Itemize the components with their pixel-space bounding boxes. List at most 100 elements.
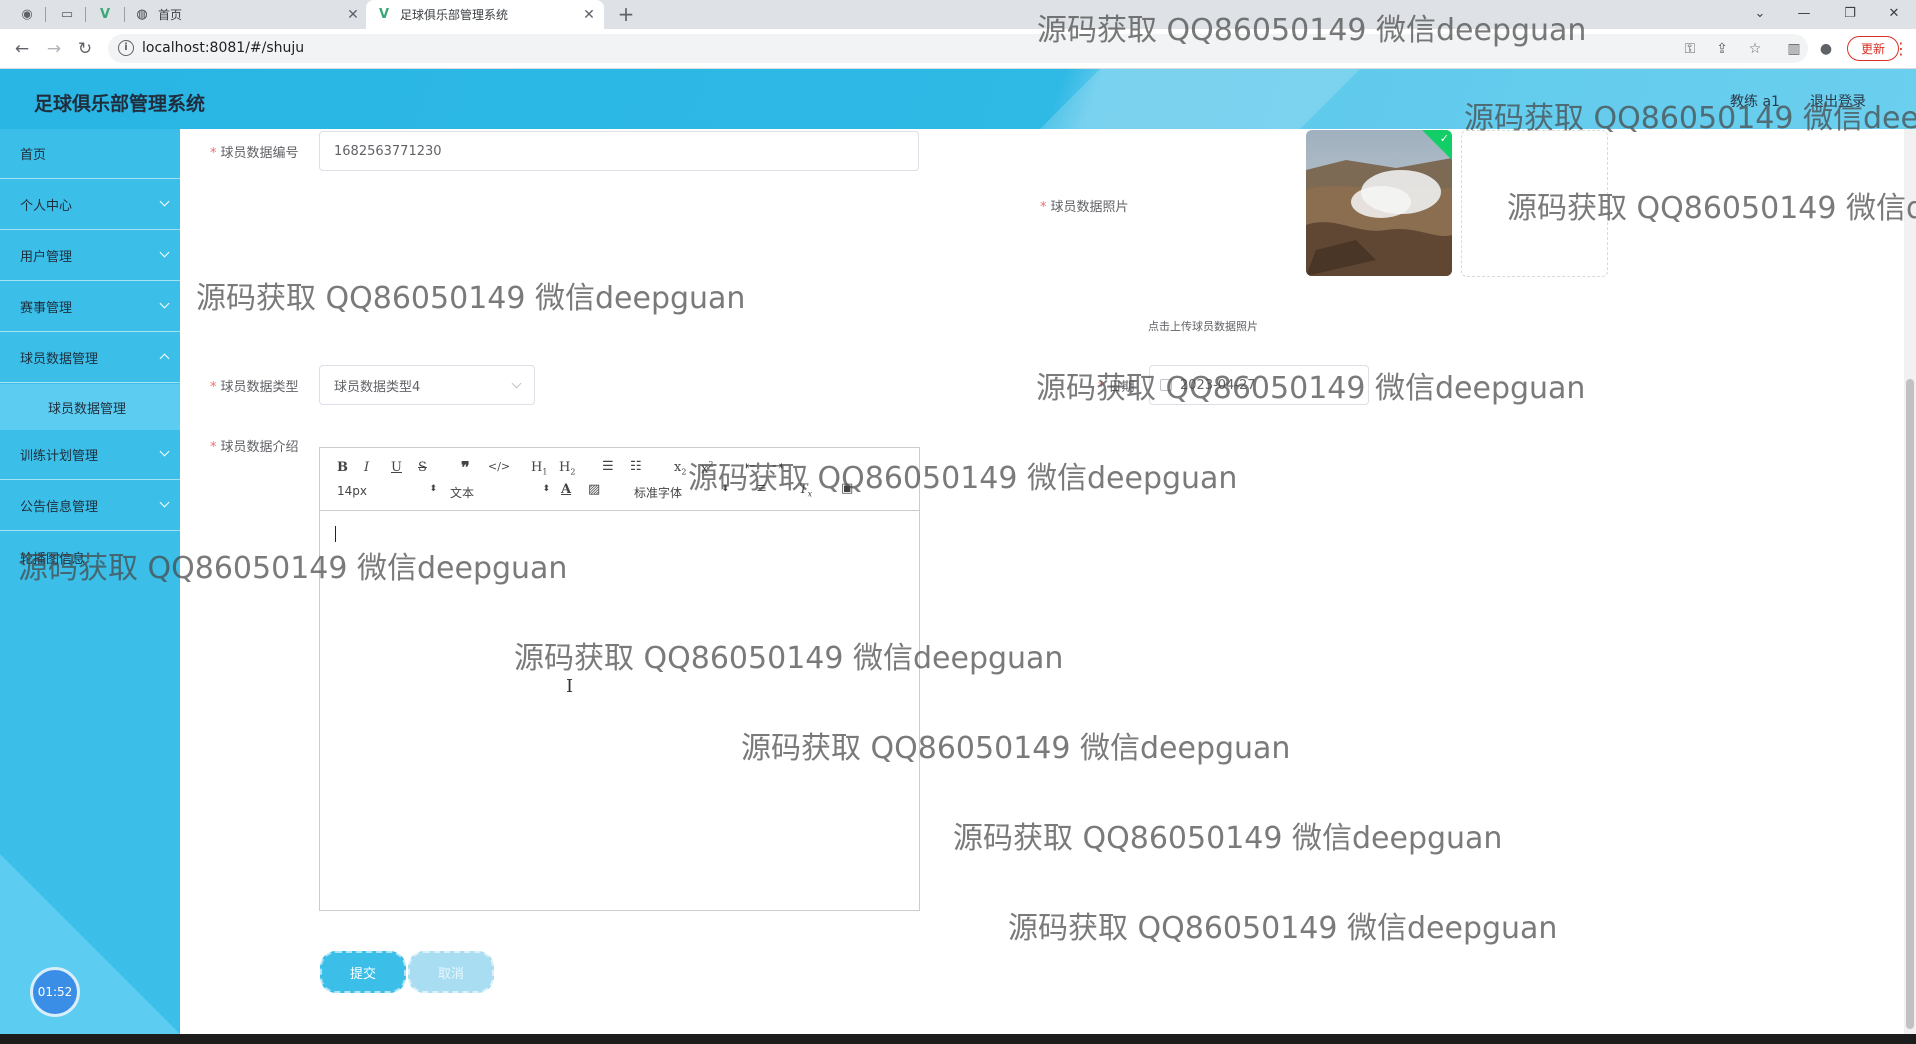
sidebar-item-label: 公告信息管理 bbox=[20, 500, 99, 515]
bookmark-star-icon[interactable]: ☆ bbox=[1745, 39, 1765, 59]
sidebar-item-label: 首页 bbox=[20, 148, 47, 163]
reload-icon[interactable]: ↻ bbox=[73, 37, 97, 61]
close-window-button[interactable]: ✕ bbox=[1872, 0, 1916, 26]
italic-icon[interactable]: I bbox=[364, 460, 369, 475]
forward-icon[interactable]: → bbox=[42, 37, 66, 61]
page-scrollbar[interactable] bbox=[1904, 129, 1916, 1034]
submenu-item-player-data[interactable]: 球员数据管理 bbox=[0, 384, 180, 430]
mouse-ibeam-cursor: I bbox=[566, 676, 574, 697]
sidebar-item-profile[interactable]: 个人中心 bbox=[0, 180, 180, 230]
upload-trigger[interactable] bbox=[1461, 130, 1608, 277]
globe-icon: ◍ bbox=[136, 7, 148, 22]
close-icon[interactable]: ✕ bbox=[580, 6, 598, 24]
sidebar: 首页 个人中心 用户管理 赛事管理 球员数据管理 球员数据管理 训练计划管理 公… bbox=[0, 129, 180, 1034]
blockquote-icon[interactable]: ❞ bbox=[461, 458, 470, 477]
share-icon[interactable]: ⇪ bbox=[1712, 39, 1732, 59]
side-panel-icon[interactable]: ▥ bbox=[1784, 39, 1804, 59]
minimize-button[interactable]: — bbox=[1782, 0, 1826, 26]
clear-format-icon[interactable]: Tx bbox=[799, 482, 812, 499]
font-family-select[interactable]: 标准字体 ⬍ bbox=[634, 484, 729, 501]
close-icon[interactable]: ✕ bbox=[344, 6, 362, 24]
vue-icon: V bbox=[378, 7, 390, 22]
image-icon[interactable]: ▣ bbox=[841, 481, 853, 496]
underline-icon[interactable]: U bbox=[391, 460, 402, 475]
recording-timer[interactable]: 01:52 bbox=[30, 967, 80, 1017]
sidebar-item-label: 轮播图信息 bbox=[20, 551, 86, 567]
background-color-icon[interactable]: ▨ bbox=[588, 482, 600, 497]
tab-club-system[interactable]: V 足球俱乐部管理系统 ✕ bbox=[366, 0, 604, 29]
site-info-icon[interactable]: i bbox=[118, 40, 134, 56]
heading1-icon[interactable]: H1 bbox=[531, 460, 547, 477]
chevron-down-icon bbox=[159, 497, 170, 508]
subscript-icon[interactable]: x2 bbox=[674, 460, 686, 477]
back-icon[interactable]: ← bbox=[10, 37, 34, 61]
type-select[interactable]: 球员数据类型4 bbox=[319, 365, 535, 405]
cancel-button[interactable]: 取消 bbox=[408, 951, 494, 993]
code-block-icon[interactable]: </> bbox=[488, 460, 510, 473]
sidebar-item-player-data[interactable]: 球员数据管理 bbox=[0, 333, 180, 383]
github-icon[interactable]: ◉ bbox=[18, 5, 36, 23]
chevron-down-icon bbox=[511, 378, 522, 389]
chevron-down-icon bbox=[159, 298, 170, 309]
date-label: * 日期 bbox=[1098, 380, 1135, 395]
sidebar-item-label: 训练计划管理 bbox=[20, 449, 99, 464]
editor-content-area[interactable] bbox=[320, 511, 919, 910]
current-user: 教练 a1 bbox=[1730, 94, 1780, 110]
date-value: 2023-04-27 bbox=[1180, 377, 1256, 393]
player-photo[interactable]: ✓ bbox=[1306, 130, 1452, 276]
outdent-icon[interactable]: ⇤ bbox=[745, 459, 756, 474]
font-size-select[interactable]: 14px ⬍ bbox=[337, 484, 437, 498]
sidebar-item-users[interactable]: 用户管理 bbox=[0, 231, 180, 281]
indent-icon[interactable]: ⇥ bbox=[772, 459, 783, 474]
block-type-select[interactable]: 文本 ⬍ bbox=[450, 484, 550, 501]
logout-link[interactable]: 退出登录 bbox=[1810, 91, 1866, 111]
sidebar-decoration bbox=[0, 844, 180, 1034]
ordered-list-icon[interactable]: ☰ bbox=[602, 459, 614, 474]
heading2-icon[interactable]: H2 bbox=[559, 460, 575, 477]
number-field[interactable]: 1682563771230 bbox=[319, 131, 919, 171]
photo-label: * 球员数据照片 bbox=[1040, 200, 1129, 215]
updown-arrow-icon: ⬍ bbox=[429, 484, 437, 494]
date-picker[interactable]: 2023-04-27 bbox=[1149, 365, 1369, 405]
url-text: localhost:8081/#/shuju bbox=[142, 40, 305, 56]
tab-home[interactable]: ◍ 首页 ✕ bbox=[134, 0, 362, 29]
number-label: * 球员数据编号 bbox=[210, 146, 299, 161]
submit-button[interactable]: 提交 bbox=[320, 951, 406, 993]
new-tab-button[interactable]: + bbox=[614, 2, 638, 26]
browser-tabbar: ◉ ▭ V ◍ 首页 ✕ V 足球俱乐部管理系统 ✕ + ⌄ — ❐ ✕ bbox=[0, 0, 1916, 29]
profile-icon[interactable]: ● bbox=[1816, 39, 1836, 59]
chevron-down-icon bbox=[159, 196, 170, 207]
blank-tab-icon[interactable]: ▭ bbox=[58, 5, 76, 23]
restore-button[interactable]: ❐ bbox=[1828, 0, 1872, 26]
tab-separator bbox=[124, 7, 125, 22]
bullet-list-icon[interactable]: ☷ bbox=[630, 459, 642, 474]
calendar-icon bbox=[1160, 379, 1172, 391]
sidebar-item-matches[interactable]: 赛事管理 bbox=[0, 282, 180, 332]
type-label: * 球员数据类型 bbox=[210, 380, 299, 395]
tab-search-icon[interactable]: ⌄ bbox=[1738, 0, 1782, 26]
text-color-icon[interactable]: A bbox=[561, 482, 571, 497]
sidebar-item-training[interactable]: 训练计划管理 bbox=[0, 430, 180, 480]
scrollbar-thumb[interactable] bbox=[1906, 379, 1914, 1029]
sidebar-item-home[interactable]: 首页 bbox=[0, 129, 180, 179]
updown-arrow-icon: ⬍ bbox=[721, 484, 729, 494]
tab-separator bbox=[85, 7, 86, 22]
bold-icon[interactable]: B bbox=[337, 460, 348, 475]
update-button[interactable]: 更新 bbox=[1847, 36, 1899, 61]
text-caret bbox=[335, 526, 336, 542]
menu-kebab-icon[interactable]: ⋮ bbox=[1893, 39, 1909, 58]
key-icon[interactable]: ⚿ bbox=[1680, 39, 1700, 59]
url-field[interactable]: i localhost:8081/#/shuju bbox=[108, 34, 1808, 63]
strikethrough-icon[interactable]: S bbox=[418, 460, 427, 475]
sidebar-item-label: 赛事管理 bbox=[20, 301, 73, 316]
align-icon[interactable]: ≡ bbox=[756, 481, 767, 496]
sidebar-item-carousel[interactable]: 轮播图信息 bbox=[0, 532, 180, 582]
updown-arrow-icon: ⬍ bbox=[542, 484, 550, 494]
chevron-down-icon bbox=[159, 247, 170, 258]
sidebar-item-notices[interactable]: 公告信息管理 bbox=[0, 481, 180, 531]
vue-icon[interactable]: V bbox=[96, 5, 114, 23]
intro-label: * 球员数据介绍 bbox=[210, 440, 299, 455]
header-decoration bbox=[1000, 69, 1380, 129]
superscript-icon[interactable]: x2 bbox=[701, 460, 713, 476]
check-icon: ✓ bbox=[1439, 132, 1449, 145]
